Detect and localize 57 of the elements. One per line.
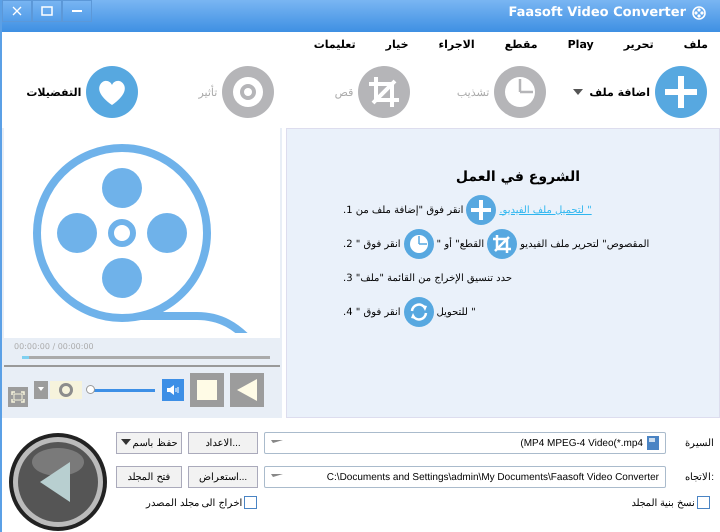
step-text: القطع" أو ": [436, 238, 484, 250]
playback-time: 00:00:00 / 00:00:00: [13, 341, 95, 353]
option-checkbox[interactable]: نسخ بنية المجلد: [631, 496, 710, 509]
fullscreen-button[interactable]: [8, 387, 28, 407]
stop-button[interactable]: [190, 373, 224, 407]
speaker-icon: [166, 384, 180, 396]
step-text: انقر فوق " 4.: [343, 306, 401, 318]
crop-icon: [357, 65, 412, 119]
convert-icon: [404, 297, 434, 327]
menu-item[interactable]: تعليمات: [314, 38, 356, 56]
open-folder-button[interactable]: فتح المجلد: [116, 466, 182, 488]
step-text: " للتحويل: [436, 306, 476, 318]
app-logo-icon: [692, 6, 706, 20]
menu-item[interactable]: خيار: [386, 38, 409, 56]
maximize-icon: [41, 6, 53, 16]
window-title: Faasoft Video Converter: [508, 5, 686, 20]
menu-item[interactable]: Play: [568, 38, 594, 56]
settings-button[interactable]: الاعداد...: [188, 432, 258, 454]
menu-item[interactable]: مقطع: [504, 38, 538, 56]
toolbar-button[interactable]: التفضيلات: [26, 65, 140, 119]
play-icon: [237, 379, 257, 401]
save-as-button[interactable]: حفظ باسم: [116, 432, 182, 454]
step-text: انقر فوق "إضافة ملف من 1.: [343, 204, 464, 216]
play-button[interactable]: [230, 373, 264, 407]
dropdown-arrow-icon: [271, 474, 283, 480]
plus-icon: [654, 65, 708, 119]
plus-icon: [466, 195, 496, 225]
convert-button[interactable]: [8, 432, 108, 532]
stop-icon: [197, 380, 217, 400]
toolbar-button[interactable]: اضافة ملف: [573, 65, 708, 119]
progress-track[interactable]: [22, 356, 270, 359]
menu-item[interactable]: الاجراء: [438, 38, 475, 56]
file-icon: [647, 436, 659, 450]
destination-field[interactable]: C:\Documents and Settings\admin\My Documents\Faasoft Video Converter: [264, 466, 666, 488]
target-icon: [221, 65, 276, 119]
caret-icon: [120, 439, 131, 447]
menu-item[interactable]: ملف: [684, 38, 708, 56]
step-text: المقصوص" لتحرير ملف الفيديو: [520, 238, 650, 250]
browse-button[interactable]: استعراض...: [188, 466, 258, 488]
volume-thumb[interactable]: [86, 385, 95, 394]
step-text: انقر فوق " 2.: [343, 238, 401, 250]
volume-button[interactable]: [162, 379, 184, 401]
close-button[interactable]: [2, 0, 32, 22]
dropdown-arrow-icon: [271, 440, 283, 446]
profile-label: السيرة: [684, 437, 714, 449]
option-checkbox[interactable]: اخراج الى مجلد المصدر: [146, 496, 258, 509]
step-text: حدد تنسيق الإخراج من القائمة "ملف" 3.: [343, 272, 512, 284]
caret-icon[interactable]: [573, 89, 584, 95]
maximize-button[interactable]: [32, 0, 62, 22]
menu-item[interactable]: تحرير: [624, 38, 654, 56]
destination-label: الاتجاه:: [684, 471, 714, 483]
fullscreen-icon: [11, 391, 25, 403]
crop-icon: [487, 229, 518, 259]
minimize-button[interactable]: [62, 0, 92, 22]
profile-dropdown[interactable]: (MP4 MPEG-4 Video(*.mp4: [264, 432, 666, 454]
close-icon: [12, 6, 22, 16]
guide-title: الشروع في العمل: [454, 169, 582, 185]
